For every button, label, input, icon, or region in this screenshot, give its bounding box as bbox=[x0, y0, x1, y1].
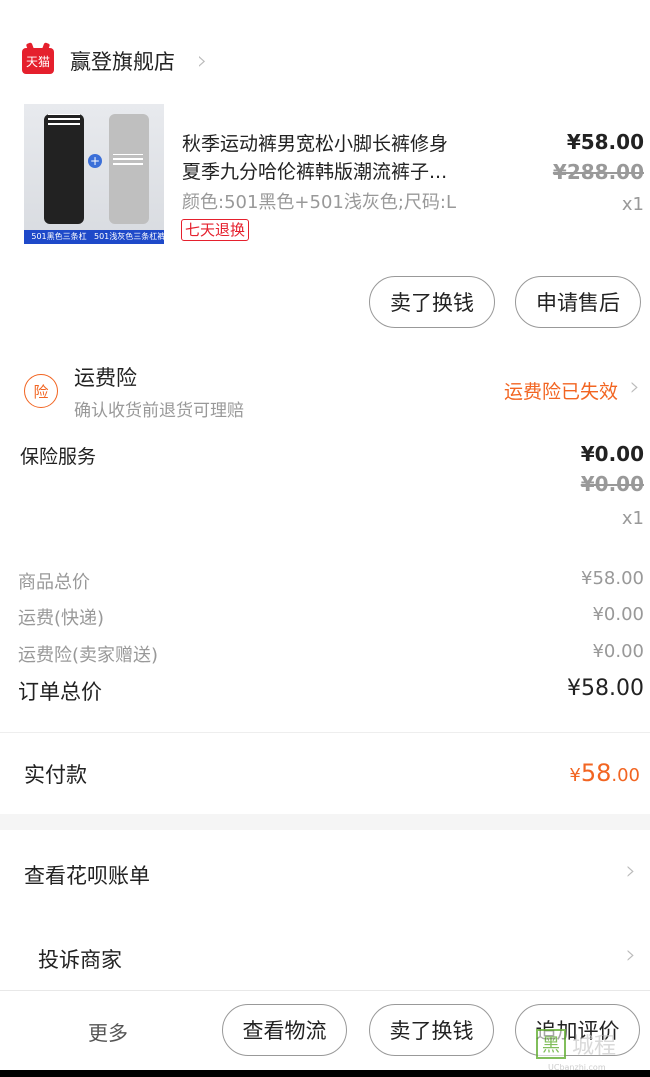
freight-insurance-row[interactable]: 险 运费险 确认收货前退货可理赔 运费险已失效 › bbox=[0, 344, 650, 428]
product-quantity: x1 bbox=[621, 194, 644, 215]
summary-value: ¥0.00 bbox=[592, 641, 644, 662]
order-total-value: ¥58.00 bbox=[567, 676, 644, 701]
product-title-line1: 秋季运动裤男宽松小脚长裤修身 bbox=[182, 133, 449, 155]
tmall-icon: 天猫 bbox=[22, 48, 54, 74]
view-huabei-bill-row[interactable]: 查看花呗账单 › bbox=[0, 830, 650, 910]
watermark-logo: 黑 城程 bbox=[536, 1028, 616, 1060]
view-logistics-button[interactable]: 查看物流 bbox=[222, 1004, 347, 1056]
actual-payment-label: 实付款 bbox=[24, 763, 87, 787]
summary-label: 运费险(卖家赠送) bbox=[18, 645, 159, 666]
links-section: 查看花呗账单 › 投诉商家 › bbox=[0, 830, 650, 990]
insurance-service-title: 保险服务 bbox=[20, 446, 97, 468]
order-total-row: 订单总价 ¥58.00 bbox=[0, 672, 650, 708]
insurance-service-row: 保险服务 ¥0.00 ¥0.00 x1 bbox=[0, 428, 650, 548]
summary-value: ¥0.00 bbox=[592, 604, 644, 625]
image-caption-left: 501黑色三条杠 bbox=[31, 232, 87, 241]
freight-insurance-subtitle: 确认收货前退货可理赔 bbox=[74, 401, 244, 421]
product-original-price: ¥288.00 bbox=[552, 160, 644, 184]
top-strip bbox=[0, 0, 650, 22]
summary-label: 商品总价 bbox=[18, 572, 90, 593]
plus-icon: + bbox=[88, 154, 102, 168]
sell-for-cash-button[interactable]: 卖了换钱 bbox=[369, 1004, 494, 1056]
summary-row: 运费(快递) ¥0.00 bbox=[0, 598, 650, 634]
freight-insurance-status: 运费险已失效 bbox=[503, 381, 618, 403]
summary-value: ¥58.00 bbox=[581, 568, 644, 589]
after-sales-button[interactable]: 申请售后 bbox=[515, 276, 641, 328]
product-price: ¥58.00 bbox=[566, 130, 644, 154]
product-title-line2: 夏季九分哈伦裤韩版潮流裤子... bbox=[182, 161, 448, 183]
order-total-label: 订单总价 bbox=[18, 680, 102, 704]
insurance-service-quantity: x1 bbox=[621, 508, 644, 529]
bottom-edge bbox=[0, 1070, 650, 1077]
image-caption-right: 501浅灰色三条杠裤 bbox=[94, 232, 164, 241]
insurance-icon: 险 bbox=[24, 374, 58, 408]
watermark-icon: 黑 bbox=[536, 1029, 566, 1059]
payment-decimal: .00 bbox=[611, 765, 640, 786]
return-policy-badge: 七天退换 bbox=[181, 219, 250, 241]
product-spec: 颜色:501黑色+501浅灰色;尺码:L bbox=[182, 192, 457, 213]
store-header[interactable]: 天猫 赢登旗舰店 › bbox=[22, 44, 207, 78]
order-summary: 商品总价 ¥58.00 运费(快递) ¥0.00 运费险(卖家赠送) ¥0.00… bbox=[0, 548, 650, 732]
pants-black-graphic bbox=[44, 114, 84, 224]
pants-grey-graphic bbox=[109, 114, 149, 224]
image-caption: 501黑色三条杠 501浅灰色三条杠裤 bbox=[24, 230, 164, 244]
store-order-card: 天猫 赢登旗舰店 › + 501黑色三条杠 501浅灰色三条杠裤 秋季运动裤男宽… bbox=[0, 22, 650, 344]
product-title[interactable]: 秋季运动裤男宽松小脚长裤修身 夏季九分哈伦裤韩版潮流裤子... bbox=[182, 130, 502, 186]
currency-symbol: ¥ bbox=[569, 765, 581, 786]
payment-integer: 58 bbox=[580, 759, 612, 787]
watermark-text: 城程 bbox=[572, 1034, 617, 1059]
summary-row: 运费险(卖家赠送) ¥0.00 bbox=[0, 635, 650, 671]
view-huabei-bill-label: 查看花呗账单 bbox=[24, 864, 150, 888]
actual-payment-value: ¥58.00 bbox=[569, 759, 640, 787]
chevron-right-icon: › bbox=[625, 856, 636, 886]
insurance-service-price: ¥0.00 bbox=[580, 442, 644, 466]
chevron-right-icon: › bbox=[629, 372, 640, 402]
insurance-service-original-price: ¥0.00 bbox=[580, 472, 644, 496]
product-image[interactable]: + 501黑色三条杠 501浅灰色三条杠裤 bbox=[24, 104, 164, 244]
summary-row: 商品总价 ¥58.00 bbox=[0, 562, 650, 598]
actual-payment-row: 实付款 ¥58.00 bbox=[0, 732, 650, 814]
summary-label: 运费(快递) bbox=[18, 608, 105, 629]
sell-for-cash-button[interactable]: 卖了换钱 bbox=[369, 276, 495, 328]
more-button[interactable]: 更多 bbox=[88, 1017, 128, 1046]
complain-merchant-label: 投诉商家 bbox=[38, 948, 122, 972]
store-name: 赢登旗舰店 bbox=[70, 50, 175, 74]
chevron-right-icon: › bbox=[197, 46, 208, 76]
freight-insurance-title: 运费险 bbox=[74, 366, 137, 390]
complain-merchant-row[interactable]: 投诉商家 › bbox=[0, 914, 650, 994]
chevron-right-icon: › bbox=[625, 940, 636, 970]
